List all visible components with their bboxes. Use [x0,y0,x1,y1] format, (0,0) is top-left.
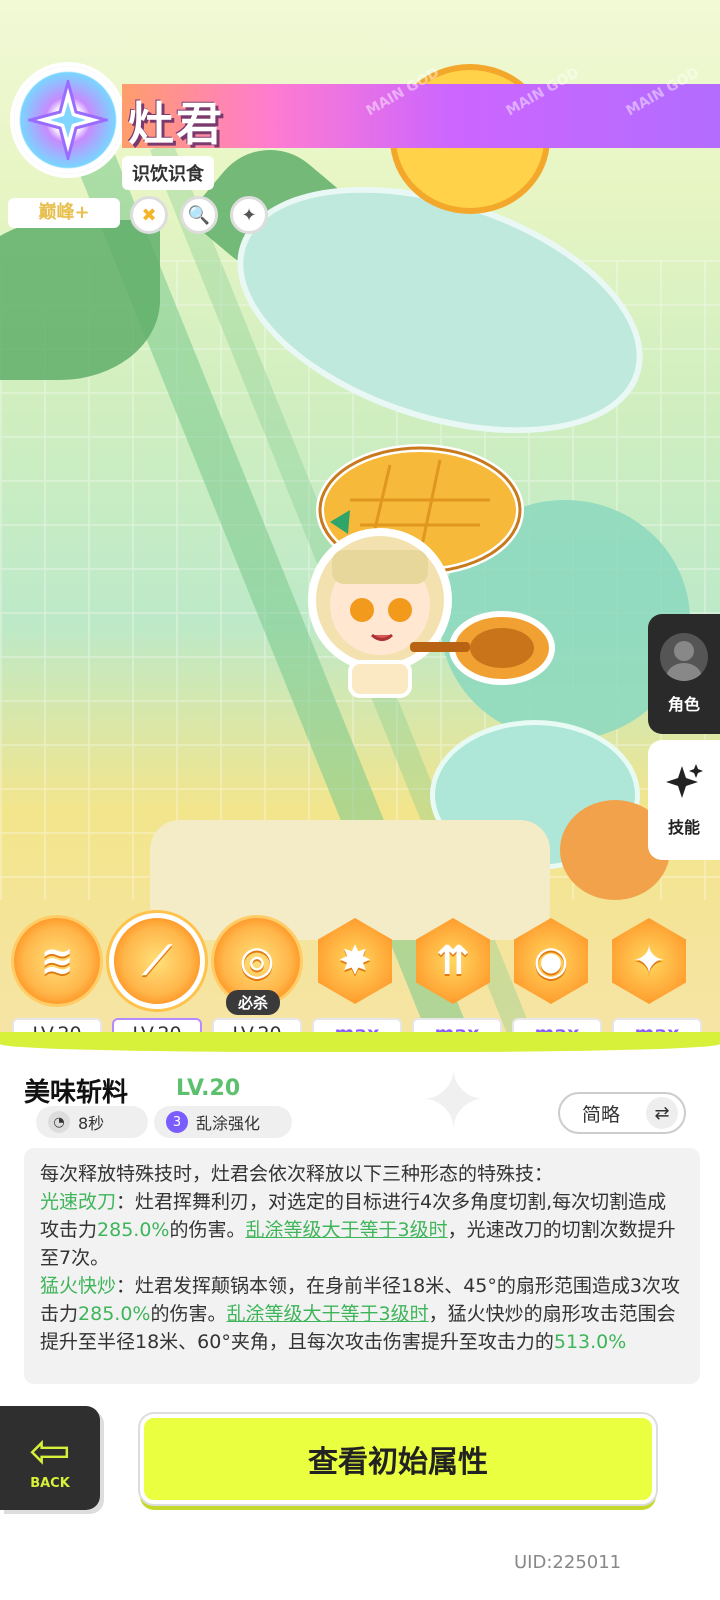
skill-slot-2[interactable]: ⟋ [114,918,200,1004]
avatar-icon [660,633,708,681]
brief-toggle-label: 简略 [582,1103,621,1126]
skill-slot-1[interactable]: ≋ [14,918,100,1004]
trait-cross-icon[interactable]: ✖ [130,196,168,234]
brief-toggle-button[interactable]: 简略 ⇄ [558,1092,686,1134]
trait-search-icon[interactable]: 🔍 [180,196,218,234]
back-arrow-icon: ⇦ [29,1421,71,1480]
user-id: UID:225011 [514,1552,622,1573]
character-tag: 识饮识食 [122,156,214,190]
swirl-icon: ≋ [40,938,74,984]
clock-icon: ◔ [48,1111,70,1133]
character-sprite [308,444,555,698]
character-scene: MAIN GOD MAIN GOD MAIN GOD 灶君 识饮识食 巅峰+ ✖… [0,0,720,1040]
back-button[interactable]: ⇦ BACK [0,1406,100,1510]
swap-icon: ⇄ [646,1097,678,1129]
cooldown-pill: ◔ 8秒 [36,1106,148,1138]
tab-skills[interactable]: 技能 [648,740,720,860]
cooldown-value: 8秒 [78,1114,105,1133]
trait-burst-icon[interactable]: ✦ [230,196,268,234]
character-element-badge [14,66,122,174]
spiral-icon: ✦ [632,938,666,984]
tab-character[interactable]: 角色 [648,614,720,734]
ultimate-tag: 必杀 [226,990,281,1015]
skill-description[interactable]: 每次释放特殊技时，灶君会依次释放以下三种形态的特殊技： 光速改刀：灶君挥舞利刃，… [24,1148,700,1384]
enhance-level-badge: 3 [166,1111,188,1133]
tab-skills-label: 技能 [667,818,700,837]
enhance-pill: 3 乱涂强化 [154,1106,292,1138]
character-name: 灶君 [128,97,224,151]
view-base-stats-button[interactable]: 查看初始属性 [140,1414,656,1504]
tab-character-label: 角色 [667,695,700,714]
skill-detail-panel: ✦ 美味斩料 LV.20 ◔ 8秒 3 乱涂强化 简略 ⇄ 每次释放特殊技时，灶… [0,1032,720,1600]
rank-label: 巅峰+ [8,198,120,228]
enhance-label: 乱涂强化 [196,1114,261,1133]
slash-icon: ⟋ [143,938,171,984]
skill-level: LV.20 [176,1076,241,1101]
skill-slot-7[interactable]: ✦ [612,918,686,1004]
sparkle-icon [666,764,703,798]
skill-name: 美味斩料 [24,1078,129,1108]
background-decoration: ✦ [420,1054,488,1147]
back-label: BACK [30,1475,70,1491]
